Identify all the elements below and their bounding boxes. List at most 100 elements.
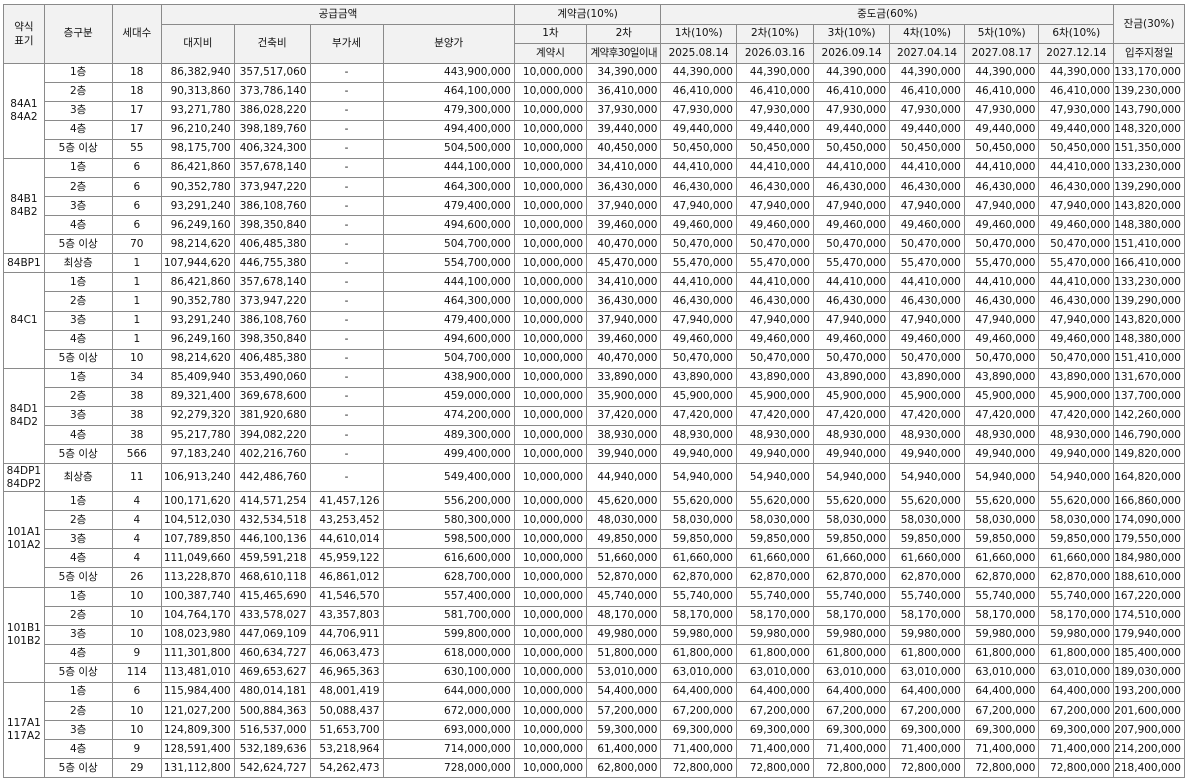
middle-4-cell: 71,400,000 <box>889 739 965 760</box>
building-cost-cell: 398,350,840 <box>233 215 311 236</box>
balance-cell: 164,820,000 <box>1113 463 1185 493</box>
households-cell: 55 <box>111 138 163 159</box>
vat-cell: 54,262,473 <box>309 758 384 778</box>
middle-4-cell: 49,460,000 <box>889 215 965 236</box>
middle-5-cell: 47,940,000 <box>963 310 1040 331</box>
price-table: 약식 표기 층구분 세대수 공급금액 계약금(10%) 중도금(60%) 잔금(3… <box>3 4 1185 778</box>
unit-type-cell: 84BP1 <box>3 253 45 274</box>
vat-cell: - <box>309 100 384 121</box>
middle-3-cell: 46,430,000 <box>812 291 891 312</box>
floor-cell: 1층 <box>43 62 113 83</box>
sale-price-cell: 504,500,000 <box>382 138 515 159</box>
contract-2-cell: 49,850,000 <box>586 529 662 550</box>
middle-2-cell: 46,430,000 <box>735 291 814 312</box>
land-cost-cell: 98,214,620 <box>161 348 235 369</box>
middle-3-cell: 49,460,000 <box>812 215 891 236</box>
middle-5-cell: 49,440,000 <box>963 119 1040 140</box>
middle-4-cell: 54,940,000 <box>889 463 965 493</box>
contract-2-cell: 62,800,000 <box>586 758 662 778</box>
land-cost-cell: 86,421,860 <box>161 157 235 178</box>
table-row: 5층 이상 26 113,228,870 468,610,118 46,861,012 6… <box>4 567 1185 588</box>
contract-1-cell: 10,000,000 <box>513 529 588 550</box>
middle-2-cell: 55,620,000 <box>735 491 814 512</box>
table-row: 5층 이상 114 113,481,010 469,653,627 46,965,363… <box>4 662 1185 683</box>
middle-2-cell: 59,980,000 <box>735 624 814 645</box>
building-cost-cell: 446,755,380 <box>233 253 311 274</box>
middle-3-cell: 61,660,000 <box>812 548 891 569</box>
sale-price-cell: 479,400,000 <box>382 196 515 217</box>
middle-2-cell: 72,800,000 <box>735 758 814 778</box>
middle-4-cell: 48,930,000 <box>889 424 965 446</box>
floor-cell: 4층 <box>43 215 113 236</box>
households-cell: 4 <box>111 491 163 512</box>
contract-1-cell: 10,000,000 <box>513 253 588 274</box>
contract-1-cell: 10,000,000 <box>513 100 588 121</box>
balance-cell: 218,400,000 <box>1113 758 1185 778</box>
vat-cell: - <box>309 463 384 493</box>
contract-1-cell: 10,000,000 <box>513 758 588 778</box>
middle-1-cell: 44,410,000 <box>660 157 737 178</box>
contract-2-cell: 51,800,000 <box>586 643 662 664</box>
middle-5-cell: 55,740,000 <box>963 586 1040 607</box>
header-vat: 부가세 <box>309 23 384 64</box>
vat-cell: 46,861,012 <box>309 567 384 588</box>
middle-6-cell: 49,440,000 <box>1038 119 1115 140</box>
middle-6-cell: 47,930,000 <box>1038 100 1115 121</box>
middle-4-cell: 49,460,000 <box>889 329 965 350</box>
contract-2-cell: 45,620,000 <box>586 491 662 512</box>
households-cell: 70 <box>111 234 163 255</box>
contract-1-cell: 10,000,000 <box>513 81 588 102</box>
middle-4-cell: 47,420,000 <box>889 405 965 426</box>
header-middle-5: 5차(10%) <box>963 23 1040 44</box>
floor-cell: 최상층 <box>43 253 113 274</box>
middle-5-cell: 45,900,000 <box>963 386 1040 407</box>
land-cost-cell: 131,112,800 <box>161 758 235 778</box>
header-type-abbr-line: 약식 <box>14 20 34 33</box>
land-cost-cell: 95,217,780 <box>161 424 235 446</box>
sale-price-cell: 464,300,000 <box>382 291 515 312</box>
floor-cell: 2층 <box>43 510 113 531</box>
contract-1-cell: 10,000,000 <box>513 463 588 493</box>
vat-cell: 46,965,363 <box>309 662 384 683</box>
table-row: 84D1 84D2 1층 34 85,409,940 353,490,060-438,90… <box>3 367 1185 465</box>
table-row: 2층 4 104,512,030 432,534,518 43,253,452 580,3… <box>4 510 1185 531</box>
households-cell: 6 <box>111 157 163 178</box>
balance-cell: 166,860,000 <box>1113 491 1185 512</box>
middle-6-cell: 61,660,000 <box>1038 548 1115 569</box>
unit-type-cell: 84B1 84B2 <box>3 157 45 255</box>
sale-price-cell: 494,400,000 <box>382 119 515 140</box>
vat-cell: - <box>309 81 384 102</box>
building-cost-cell: 442,486,760 <box>233 463 311 493</box>
table-row: 2층 1 90,352,780 373,947,220-464,300,000 10,0… <box>4 291 1185 312</box>
header-middle-4: 4차(10%) <box>889 23 965 44</box>
balance-cell: 151,350,000 <box>1113 138 1185 159</box>
header-middle-date-6: 2027.12.14 <box>1038 43 1115 64</box>
unit-type-cell: 101A1 101A2 <box>3 491 45 588</box>
table-row: 3층 6 93,291,240 386,108,760-479,400,000 10,0… <box>4 196 1185 217</box>
middle-4-cell: 46,430,000 <box>889 176 965 198</box>
table-header: 약식 표기 층구분 세대수 공급금액 계약금(10%) 중도금(60%) 잔금(3… <box>3 4 1185 64</box>
contract-1-cell: 10,000,000 <box>513 367 588 388</box>
floor-cell: 5층 이상 <box>43 662 113 683</box>
header-balance-when: 입주지정일 <box>1113 43 1185 64</box>
contract-1-cell: 10,000,000 <box>513 291 588 312</box>
land-cost-cell: 124,809,300 <box>161 720 235 741</box>
contract-1-cell: 10,000,000 <box>513 424 588 446</box>
middle-5-cell: 72,800,000 <box>963 758 1040 778</box>
balance-cell: 139,290,000 <box>1113 291 1185 312</box>
balance-cell: 179,940,000 <box>1113 624 1185 645</box>
unit-type-cell: 84C1 <box>3 272 45 369</box>
sale-price-cell: 474,200,000 <box>382 405 515 426</box>
building-cost-cell: 398,189,760 <box>233 119 311 140</box>
middle-3-cell: 69,300,000 <box>812 720 891 741</box>
land-cost-cell: 106,913,240 <box>161 463 235 493</box>
land-cost-cell: 90,313,860 <box>161 81 235 102</box>
middle-3-cell: 47,940,000 <box>812 310 891 331</box>
header-floor: 층구분 <box>43 4 113 64</box>
middle-3-cell: 49,940,000 <box>812 444 891 465</box>
balance-cell: 151,410,000 <box>1113 348 1185 369</box>
middle-2-cell: 58,030,000 <box>735 510 814 531</box>
households-cell: 18 <box>111 81 163 102</box>
middle-1-cell: 48,930,000 <box>660 424 737 446</box>
sale-price-cell: 549,400,000 <box>382 463 515 493</box>
